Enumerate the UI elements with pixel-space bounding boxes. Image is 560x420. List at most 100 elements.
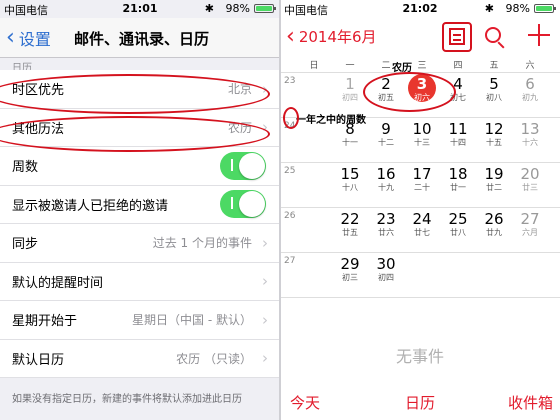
day-cell[interactable]: 25 廿八: [440, 211, 476, 238]
day-cell[interactable]: 30 初四: [368, 256, 404, 283]
month-label: 2014年6月: [298, 28, 377, 46]
day-number: 15: [340, 165, 360, 183]
weekday-header: 日 一 二 三 四 五 六: [296, 58, 560, 71]
week-numbers-toggle[interactable]: [220, 151, 266, 180]
day-cell[interactable]: 15 十八: [332, 166, 368, 193]
battery-percent: 98%: [225, 2, 250, 15]
add-event-icon[interactable]: [528, 24, 550, 46]
status-bar: 中国电信 21:02 ✱ 98%: [280, 0, 560, 18]
status-bar: 中国电信 21:01 ✱ 98%: [0, 0, 280, 18]
day-number: 30: [376, 255, 396, 273]
day-cell[interactable]: 4 初七: [440, 76, 476, 103]
row-alternate-calendars[interactable]: 其他历法 农历 ›: [0, 109, 280, 147]
day-cell[interactable]: 20 廿三: [512, 166, 548, 193]
day-cell[interactable]: 3 初六: [404, 76, 440, 103]
week-number: 26: [284, 211, 296, 221]
week-number-annotation: 一年之中的周数: [296, 115, 366, 126]
day-cell[interactable]: 1 初四: [332, 76, 368, 103]
chevron-left-icon: ‹: [6, 25, 15, 50]
day-number: 10: [412, 120, 432, 138]
screenshot-composite: 中国电信 21:01 ✱ 98% ‹ 设置 邮件、通讯录、日历 日历 时区优先 …: [0, 0, 560, 420]
week-separator: [280, 207, 560, 208]
day-cell[interactable]: 13 十六: [512, 121, 548, 148]
row-label: 同步: [12, 237, 39, 253]
settings-list: 时区优先 北京 › 其他历法 农历 › 周数 显示被邀请人已拒绝的邀请 同步 过…: [0, 70, 280, 378]
row-start-week-on[interactable]: 星期开始于 星期日（中国 - 默认） ›: [0, 301, 280, 340]
day-cell[interactable]: 6 初九: [512, 76, 548, 103]
day-cell[interactable]: 2 初五: [368, 76, 404, 103]
row-sync[interactable]: 同步 过去 1 个月的事件 ›: [0, 224, 280, 263]
weekday-label: 六: [525, 61, 535, 71]
calendar-list-glyph: [449, 28, 465, 45]
day-cell[interactable]: 18 廿一: [440, 166, 476, 193]
tab-today[interactable]: 今天: [290, 392, 320, 413]
day-number: 3: [416, 75, 428, 93]
tab-bar: 今天 日历 收件箱: [280, 388, 560, 420]
row-default-alert-times[interactable]: 默认的提醒时间 ›: [0, 263, 280, 301]
day-number: 27: [520, 210, 540, 228]
battery-icon: [534, 4, 556, 13]
day-number: 1: [345, 75, 355, 93]
day-number: 2: [381, 75, 391, 93]
month-back-button[interactable]: ‹ 2014年6月: [286, 25, 377, 47]
row-timezone-override[interactable]: 时区优先 北京 ›: [0, 70, 280, 109]
row-default-calendar[interactable]: 默认日历 农历 （只读） ›: [0, 340, 280, 378]
tab-calendars[interactable]: 日历: [405, 392, 435, 413]
search-icon[interactable]: [485, 27, 501, 43]
day-cell[interactable]: 12 十五: [476, 121, 512, 148]
back-button[interactable]: ‹ 设置: [6, 26, 51, 50]
day-cell[interactable]: 17 二十: [404, 166, 440, 193]
row-label: 默认日历: [12, 352, 65, 368]
day-cell[interactable]: 11 十四: [440, 121, 476, 148]
chevron-right-icon: ›: [262, 272, 268, 291]
lunar-date: 廿五: [342, 228, 358, 237]
lunar-date: 廿一: [450, 183, 466, 192]
day-number: 17: [412, 165, 432, 183]
show-declined-toggle[interactable]: [220, 190, 266, 219]
day-cell[interactable]: 27 六月: [512, 211, 548, 238]
weekday-label: 一: [345, 61, 355, 71]
day-cell[interactable]: 10 十三: [404, 121, 440, 148]
lunar-date: 初五: [378, 93, 394, 102]
day-cell[interactable]: 16 十九: [368, 166, 404, 193]
week-separator: [280, 72, 560, 73]
no-events-label: 无事件: [395, 347, 444, 366]
lunar-date: 初八: [486, 93, 502, 102]
row-label: 默认的提醒时间: [12, 275, 104, 291]
footnote: 如果没有指定日历，新建的事件将默认添加进此日历: [12, 394, 242, 405]
lunar-date: 十九: [378, 183, 394, 192]
day-cell[interactable]: 23 廿六: [368, 211, 404, 238]
day-cell[interactable]: 26 廿九: [476, 211, 512, 238]
day-number: 26: [484, 210, 504, 228]
day-cell[interactable]: 19 廿二: [476, 166, 512, 193]
nav-bar: ‹ 设置 邮件、通讯录、日历: [0, 18, 280, 58]
weekday-label: 四: [453, 61, 463, 71]
battery-icon: [254, 4, 276, 13]
week-number: 23: [284, 76, 296, 86]
weekday-label: 日: [309, 61, 319, 71]
lunar-date: 初六: [414, 93, 430, 102]
day-number: 11: [448, 120, 468, 138]
day-number: 23: [376, 210, 396, 228]
day-number: 29: [340, 255, 360, 273]
day-cell[interactable]: 29 初三: [332, 256, 368, 283]
chevron-right-icon: ›: [262, 79, 268, 98]
day-cell[interactable]: 22 廿五: [332, 211, 368, 238]
battery-percent: 98%: [505, 2, 530, 15]
week-number: 27: [284, 256, 296, 266]
day-number: 16: [376, 165, 396, 183]
row-value: 北京: [227, 82, 252, 97]
day-number: 13: [520, 120, 540, 138]
day-number: 18: [448, 165, 468, 183]
settings-panel: 中国电信 21:01 ✱ 98% ‹ 设置 邮件、通讯录、日历 日历 时区优先 …: [0, 0, 280, 420]
day-cell[interactable]: 24 廿七: [404, 211, 440, 238]
day-cell[interactable]: 9 十二: [368, 121, 404, 148]
tab-inbox[interactable]: 收件箱: [508, 392, 553, 413]
row-label: 周数: [12, 160, 39, 176]
day-cell[interactable]: 5 初八: [476, 76, 512, 103]
calendar-list-icon[interactable]: [442, 22, 472, 52]
toggle-knob: [239, 191, 265, 218]
row-value: 过去 1 个月的事件: [152, 236, 252, 251]
row-value: 农历 （只读）: [176, 351, 252, 366]
row-label: 星期开始于: [12, 314, 78, 330]
